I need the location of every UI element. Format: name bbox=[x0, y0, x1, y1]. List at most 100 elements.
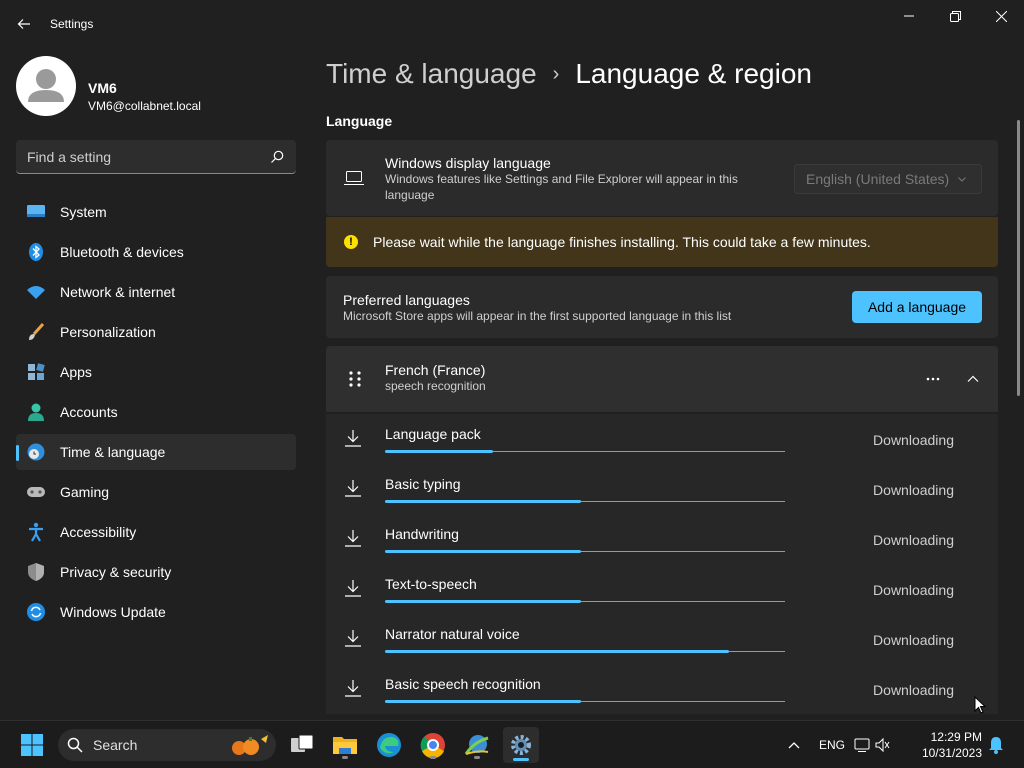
display-language-row: Windows display language Windows feature… bbox=[326, 140, 998, 216]
breadcrumb-parent[interactable]: Time & language bbox=[326, 58, 537, 90]
close-button[interactable] bbox=[978, 0, 1024, 32]
sidebar-nav: System Bluetooth & devices Network & int… bbox=[16, 194, 296, 634]
sidebar-item-label: Gaming bbox=[60, 484, 110, 500]
chrome-button[interactable] bbox=[417, 729, 449, 761]
back-arrow-icon bbox=[17, 19, 30, 29]
download-status: Downloading bbox=[873, 632, 954, 648]
search-icon bbox=[67, 737, 83, 753]
clock[interactable]: 12:29 PM 10/31/2023 bbox=[912, 729, 982, 761]
download-label: Basic typing bbox=[385, 476, 461, 492]
find-setting-input[interactable]: Find a setting bbox=[16, 140, 296, 174]
sidebar-item-personalization[interactable]: Personalization bbox=[16, 314, 296, 350]
minimize-button[interactable] bbox=[886, 0, 932, 32]
back-button[interactable] bbox=[12, 12, 36, 36]
taskbar: Search ENG 12:29 PM 10/31/2023 bbox=[0, 720, 1024, 768]
taskbar-search-label: Search bbox=[93, 737, 138, 753]
sidebar-item-bluetooth[interactable]: Bluetooth & devices bbox=[16, 234, 296, 270]
accounts-icon bbox=[26, 402, 46, 422]
scrollbar[interactable] bbox=[1017, 120, 1020, 396]
chevron-down-icon bbox=[958, 177, 966, 182]
progress-bar bbox=[385, 550, 785, 553]
sidebar-item-time-language[interactable]: Time & language bbox=[16, 434, 296, 470]
sidebar-item-windows-update[interactable]: Windows Update bbox=[16, 594, 296, 630]
notifications-button[interactable] bbox=[984, 729, 1008, 761]
running-indicator bbox=[474, 756, 480, 759]
sidebar-item-accounts[interactable]: Accounts bbox=[16, 394, 296, 430]
restore-icon bbox=[949, 10, 961, 22]
warning-icon: ! bbox=[344, 235, 358, 249]
sidebar-item-accessibility[interactable]: Accessibility bbox=[16, 514, 296, 550]
mouse-cursor-icon bbox=[974, 696, 986, 714]
progress-fill bbox=[385, 700, 581, 703]
download-label: Narrator natural voice bbox=[385, 626, 520, 642]
download-row: Narrator natural voice Downloading bbox=[326, 614, 998, 664]
sidebar-item-gaming[interactable]: Gaming bbox=[16, 474, 296, 510]
sidebar-item-label: Windows Update bbox=[60, 604, 166, 620]
download-icon bbox=[345, 680, 361, 697]
download-status: Downloading bbox=[873, 482, 954, 498]
title-bar: Settings bbox=[0, 0, 1024, 48]
preferred-languages-title: Preferred languages bbox=[343, 292, 470, 308]
shield-icon bbox=[26, 562, 46, 582]
file-explorer-button[interactable] bbox=[329, 729, 361, 761]
clock-date: 10/31/2023 bbox=[921, 746, 982, 760]
main-content: Time & language › Language & region Lang… bbox=[310, 48, 1014, 720]
edge-button[interactable] bbox=[373, 729, 405, 761]
sidebar-item-label: Personalization bbox=[60, 324, 156, 340]
sidebar-item-label: Privacy & security bbox=[60, 564, 172, 580]
task-view-icon bbox=[291, 734, 314, 752]
install-warning-banner: ! Please wait while the language finishe… bbox=[326, 217, 998, 267]
sidebar-item-label: System bbox=[60, 204, 107, 220]
sidebar-item-network[interactable]: Network & internet bbox=[16, 274, 296, 310]
halloween-pumpkin-icon bbox=[232, 735, 268, 755]
app-button[interactable] bbox=[461, 729, 493, 761]
collapse-button[interactable] bbox=[960, 366, 986, 392]
chrome-icon bbox=[420, 733, 445, 758]
edge-icon bbox=[377, 733, 401, 757]
task-view-button[interactable] bbox=[286, 729, 318, 761]
user-profile[interactable]: VM6 VM6@collabnet.local bbox=[16, 56, 306, 118]
download-status: Downloading bbox=[873, 582, 954, 598]
maximize-button[interactable] bbox=[932, 0, 978, 32]
more-options-button[interactable] bbox=[920, 366, 946, 392]
settings-app-button[interactable] bbox=[503, 727, 539, 763]
sidebar-item-system[interactable]: System bbox=[16, 194, 296, 230]
download-icon bbox=[345, 530, 361, 547]
show-hidden-icons-button[interactable] bbox=[778, 729, 810, 761]
gamepad-icon bbox=[26, 482, 46, 502]
running-indicator bbox=[430, 756, 436, 759]
language-item-french[interactable]: French (France) speech recognition bbox=[326, 346, 998, 412]
search-icon bbox=[271, 150, 284, 163]
input-language-indicator[interactable]: ENG bbox=[819, 738, 845, 752]
laptop-icon bbox=[344, 171, 364, 185]
taskbar-search[interactable]: Search bbox=[58, 729, 276, 761]
start-button[interactable] bbox=[16, 729, 48, 761]
more-icon bbox=[926, 377, 940, 381]
sidebar-item-apps[interactable]: Apps bbox=[16, 354, 296, 390]
progress-bar bbox=[385, 700, 785, 703]
sidebar-item-label: Bluetooth & devices bbox=[60, 244, 184, 260]
download-row: Basic typing Downloading bbox=[326, 464, 998, 514]
update-icon bbox=[26, 602, 46, 622]
display-language-dropdown[interactable]: English (United States) bbox=[794, 164, 982, 194]
progress-fill bbox=[385, 500, 581, 503]
sidebar-item-label: Accessibility bbox=[60, 524, 137, 540]
sidebar-item-privacy[interactable]: Privacy & security bbox=[16, 554, 296, 590]
add-language-button[interactable]: Add a language bbox=[852, 291, 982, 323]
app-title: Settings bbox=[50, 17, 94, 31]
progress-bar bbox=[385, 500, 785, 503]
remote-app-icon bbox=[464, 735, 489, 755]
apps-icon bbox=[26, 362, 46, 382]
display-language-title: Windows display language bbox=[385, 155, 551, 171]
system-icon bbox=[26, 202, 46, 222]
page-title: Language & region bbox=[575, 58, 812, 89]
clock-time: 12:29 PM bbox=[930, 730, 982, 744]
user-avatar-icon bbox=[28, 69, 64, 102]
sidebar-item-label: Network & internet bbox=[60, 284, 176, 300]
download-icon bbox=[345, 430, 361, 447]
language-subtitle: speech recognition bbox=[385, 379, 486, 393]
gear-icon bbox=[511, 735, 531, 755]
drag-handle-icon[interactable] bbox=[348, 370, 362, 388]
network-volume-tray[interactable] bbox=[852, 729, 892, 761]
accessibility-icon bbox=[26, 522, 46, 542]
